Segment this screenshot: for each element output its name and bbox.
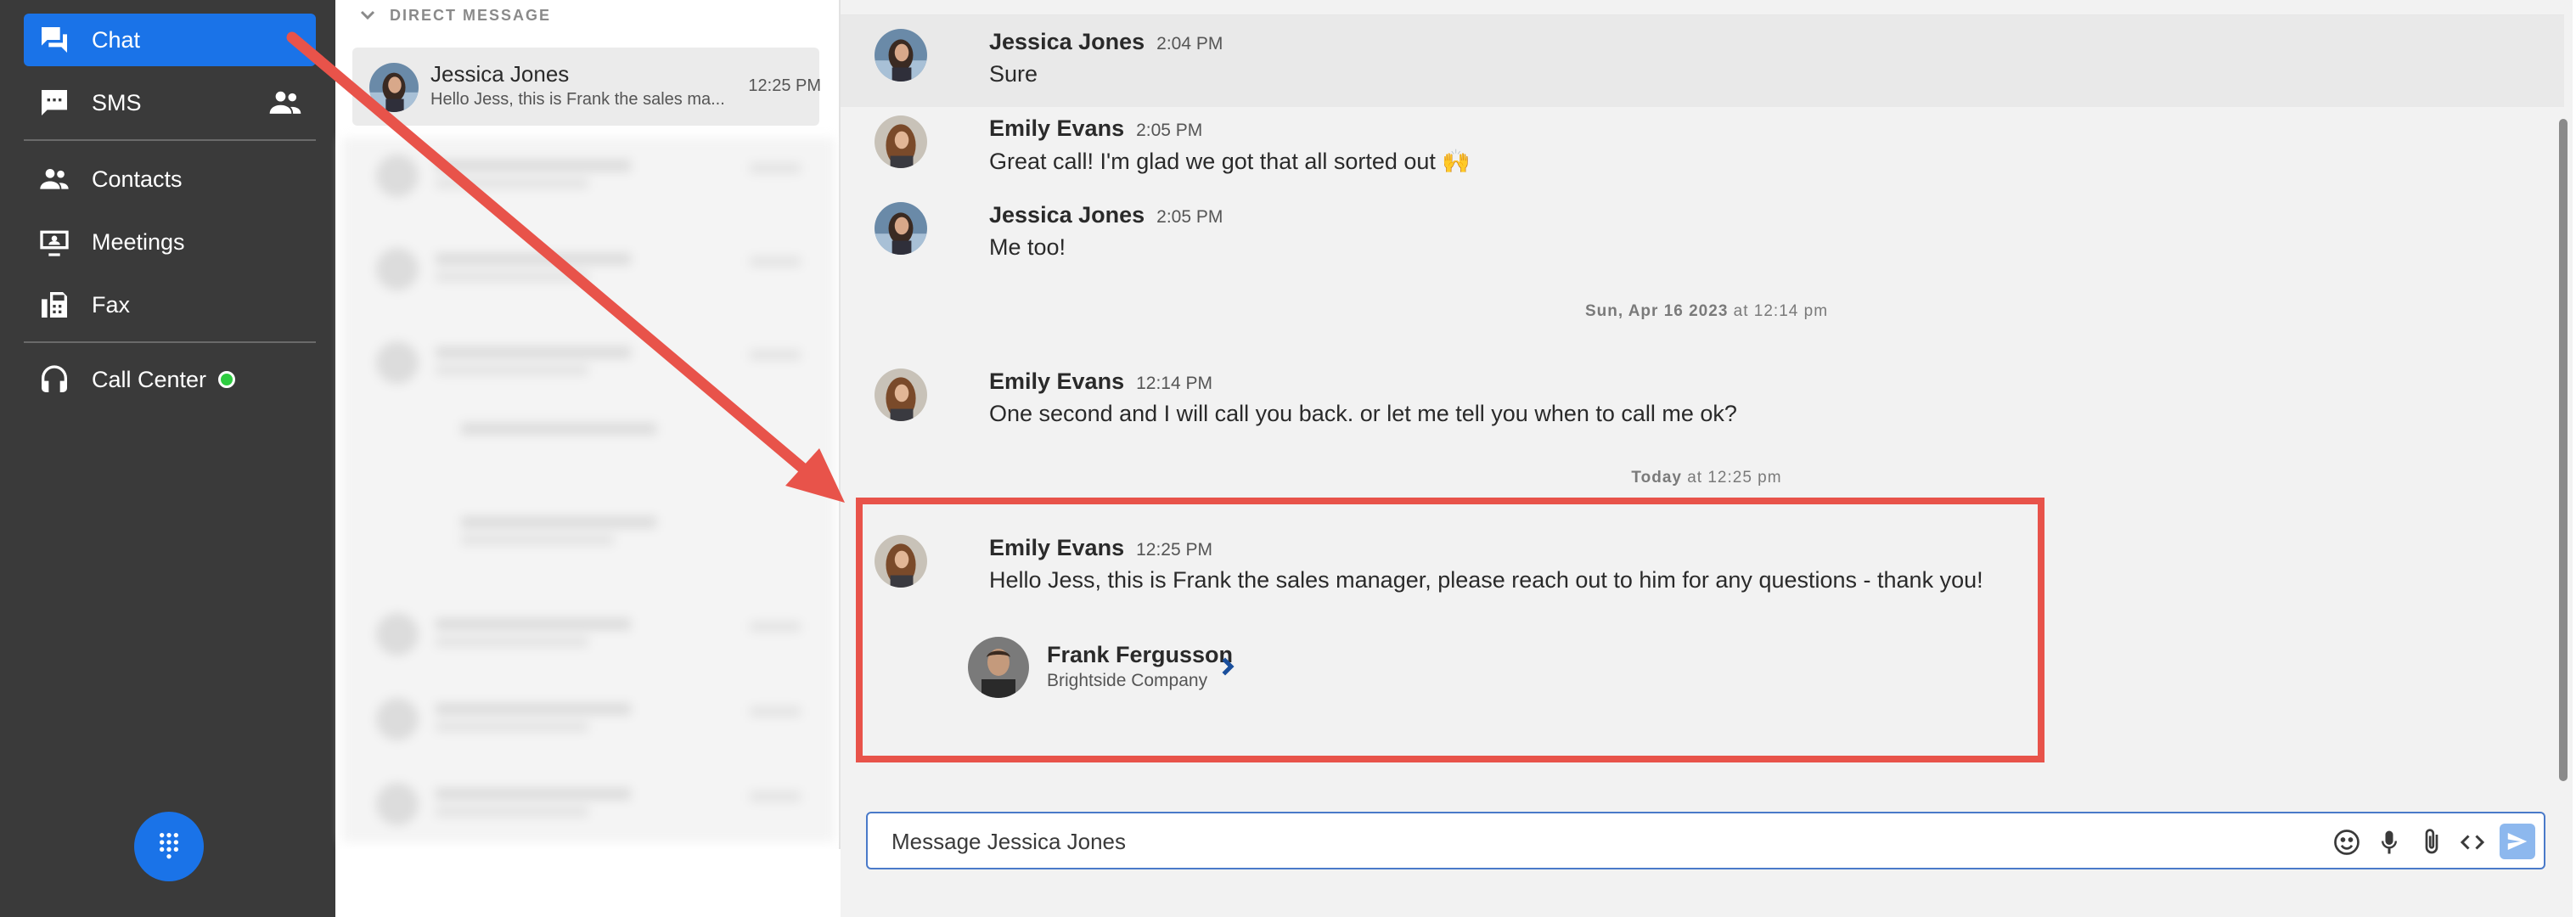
nav-item-label: Meetings [92,228,185,255]
headset-icon [36,361,73,398]
message-text: One second and I will call you back. or … [989,401,1737,426]
dialpad-button[interactable] [134,812,204,881]
conversation-preview: Hello Jess, this is Frank the sales ma..… [430,90,725,109]
message-sender: Emily Evans 2:05 PM [989,115,1203,141]
nav-item-sms[interactable]: SMS [24,76,316,129]
date-separator: Today at 12:25 pm [1631,469,1782,487]
sms-icon [36,84,73,121]
chevron-down-icon [357,5,378,25]
message-text: Sure [989,61,1038,87]
nav-item-label: Contacts [92,166,183,192]
chat-icon [36,21,73,59]
online-status-dot [218,371,236,388]
meetings-icon [36,223,73,261]
dialpad-icon [160,833,178,859]
blurred-conversation-list [342,138,835,842]
nav-item-fax[interactable]: Fax [24,278,316,331]
conversation-item-jessica-jones[interactable]: Jessica Jones 12:25 PM Hello Jess, this … [352,48,821,126]
list-footer [335,849,841,917]
message-time: 2:05 PM [1136,121,1203,140]
message-time: 2:05 PM [1156,207,1223,227]
annotation-highlight-box [856,498,2044,762]
code-icon[interactable] [2457,827,2488,858]
contacts-icon [36,160,73,198]
date-separator: Sun, Apr 16 2023 at 12:14 pm [1584,302,1829,320]
message-time: 2:04 PM [1156,34,1223,53]
nav-item-call-center[interactable]: Call Center [24,353,316,406]
scrollbar[interactable] [2559,119,2568,781]
conversation-time: 12:25 PM [748,76,821,95]
nav-item-meetings[interactable]: Meetings [24,216,316,268]
nav-item-label: Fax [92,291,131,318]
send-button[interactable] [2500,824,2535,859]
group-icon[interactable] [267,84,304,121]
message-sender: Emily Evans 12:14 PM [989,368,1212,394]
send-icon [2507,833,2528,850]
nav-item-label: SMS [92,89,142,115]
nav-item-label: Chat [92,26,141,53]
avatar [875,115,927,168]
attachment-icon[interactable] [2416,827,2447,858]
conversation-name: Jessica Jones [430,61,570,87]
direct-message-section-header[interactable]: DIRECT MESSAGE [357,5,551,25]
nav-divider [24,341,316,343]
message-composer[interactable] [866,812,2545,869]
message-time: 12:14 PM [1136,374,1212,393]
nav-divider [24,139,316,141]
section-header-label: DIRECT MESSAGE [390,6,552,24]
message-sender: Jessica Jones 2:05 PM [989,202,1223,228]
nav-item-chat[interactable]: Chat [24,14,316,66]
chat-pane: Jessica Jones 2:04 PM Sure Emily Evans 2:0… [841,0,2573,917]
avatar [875,29,927,82]
avatar [875,368,927,421]
fax-icon [36,286,73,323]
conversation-list: DIRECT MESSAGE Jessica Jones 12:25 PM He… [335,0,841,917]
avatar [369,63,419,112]
message-text: Great call! I'm glad we got that all sor… [989,149,1471,174]
message-list-top [841,0,2564,15]
avatar [875,202,927,255]
left-navigation: Chat SMS Contacts Meetings Fax Call Cent… [0,0,335,917]
nav-item-label: Call Center [92,366,207,392]
message-input[interactable] [891,825,2335,858]
microphone-icon[interactable] [2374,827,2404,858]
nav-item-contacts[interactable]: Contacts [24,153,316,205]
message-sender: Jessica Jones 2:04 PM [989,29,1223,54]
message-text: Me too! [989,234,1066,260]
emoji-icon[interactable] [2331,827,2362,858]
